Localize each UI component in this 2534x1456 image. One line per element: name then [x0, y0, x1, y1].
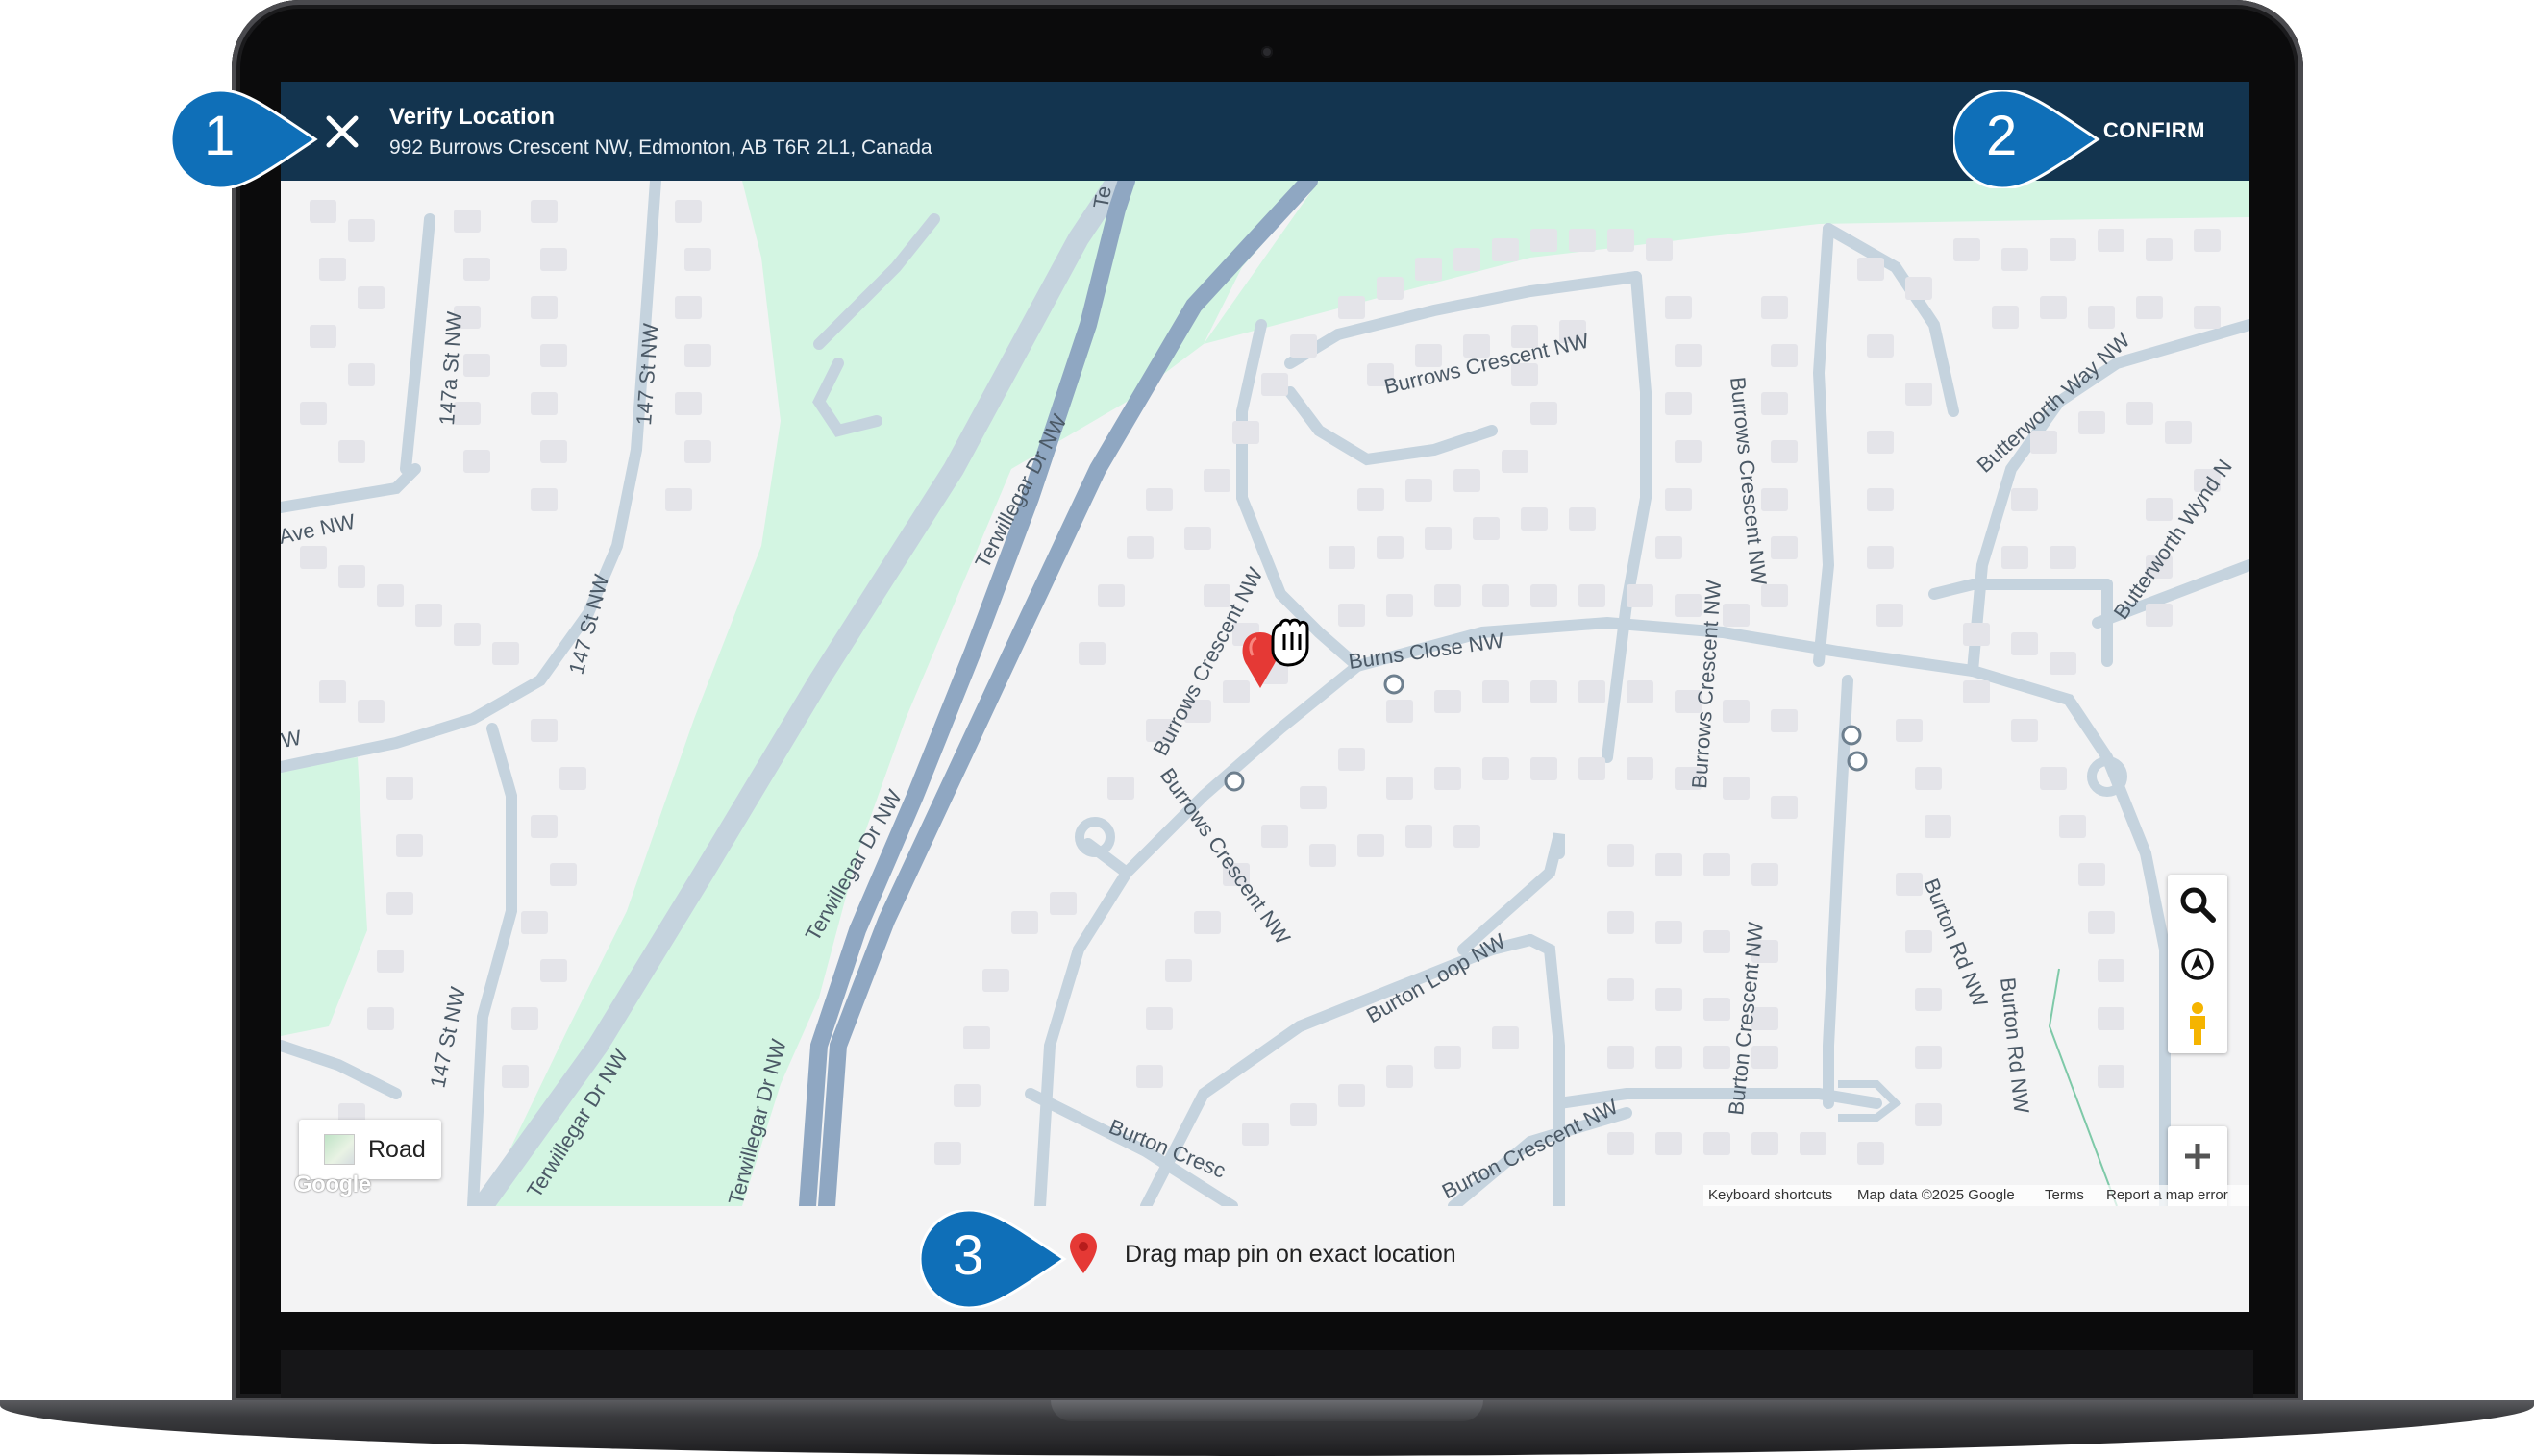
street-view-button[interactable] — [2168, 994, 2227, 1053]
street-label: Te — [1088, 185, 1116, 210]
terms-link[interactable]: Terms — [2045, 1187, 2084, 1203]
cul-de-sac — [2087, 756, 2127, 797]
callout-badge: 3 — [918, 1208, 1074, 1313]
camera — [1261, 46, 1273, 58]
map-drawing: 147a St NW 147 St NW Ave NW 147 St NW W … — [281, 181, 2249, 1206]
street-label: Ave NW — [281, 509, 358, 549]
google-logo: Google — [294, 1172, 371, 1197]
hint-bar: Drag map pin on exact location — [281, 1206, 2249, 1312]
callout-number: 1 — [204, 105, 236, 167]
search-button[interactable] — [2168, 875, 2227, 934]
zoom-in-button[interactable] — [2168, 1126, 2227, 1186]
page-title: Verify Location — [389, 104, 556, 130]
callout-shape — [918, 1208, 1067, 1310]
cul-de-sac — [1075, 817, 1115, 857]
street-label: Burrows Crescent NW — [1155, 764, 1295, 950]
map-type-button[interactable]: Road — [299, 1120, 441, 1179]
callout-badge: 2 — [1951, 88, 2107, 193]
callout-shape — [1951, 88, 2100, 190]
callout-badge: 1 — [169, 88, 325, 193]
street-label: Burns Close NW — [1347, 629, 1505, 674]
close-icon — [326, 115, 359, 148]
app-screen: Verify Location 992 Burrows Crescent NW,… — [281, 82, 2249, 1312]
navigation-icon — [2181, 948, 2214, 980]
callout-shape — [169, 88, 318, 190]
keyboard-shortcuts-link[interactable]: Keyboard shortcuts — [1708, 1187, 1832, 1203]
hint-text: Drag map pin on exact location — [1125, 1241, 1456, 1268]
street-label: Burton Crescent NW — [1438, 1094, 1622, 1203]
street-label: 147 St NW — [632, 322, 662, 426]
laptop-notch — [1051, 1400, 1483, 1421]
map-data-text: Map data ©2025 Google — [1857, 1187, 2015, 1203]
pegman-icon — [2190, 1002, 2205, 1045]
street-label: W — [281, 726, 304, 753]
bezel-bottom — [281, 1350, 2253, 1398]
plus-icon — [2185, 1144, 2210, 1169]
search-icon — [2180, 887, 2216, 923]
address-text: 992 Burrows Crescent NW, Edmonton, AB T6… — [389, 136, 932, 159]
map-canvas[interactable]: 147a St NW 147 St NW Ave NW 147 St NW W … — [281, 181, 2249, 1206]
confirm-button[interactable]: CONFIRM — [2103, 118, 2205, 143]
street-label: 147 St NW — [564, 572, 614, 677]
my-location-button[interactable] — [2168, 934, 2227, 994]
map-type-label: Road — [368, 1135, 426, 1163]
report-error-link[interactable]: Report a map error — [2106, 1187, 2228, 1203]
street-label: Butterworth Way NW — [1973, 328, 2135, 478]
park-area-west — [281, 757, 367, 1036]
close-button[interactable] — [321, 111, 363, 153]
grab-hand-cursor-icon — [1271, 618, 1309, 667]
callout-number: 2 — [1986, 105, 2018, 167]
street-label: 147 St NW — [425, 985, 470, 1090]
street-label: Burton Loop NW — [1362, 928, 1510, 1027]
callout-number: 3 — [953, 1224, 984, 1287]
map-thumbnail-icon — [324, 1134, 355, 1165]
map-tools — [2168, 875, 2227, 1053]
street-label: Burton Rd NW — [1996, 976, 2034, 1115]
